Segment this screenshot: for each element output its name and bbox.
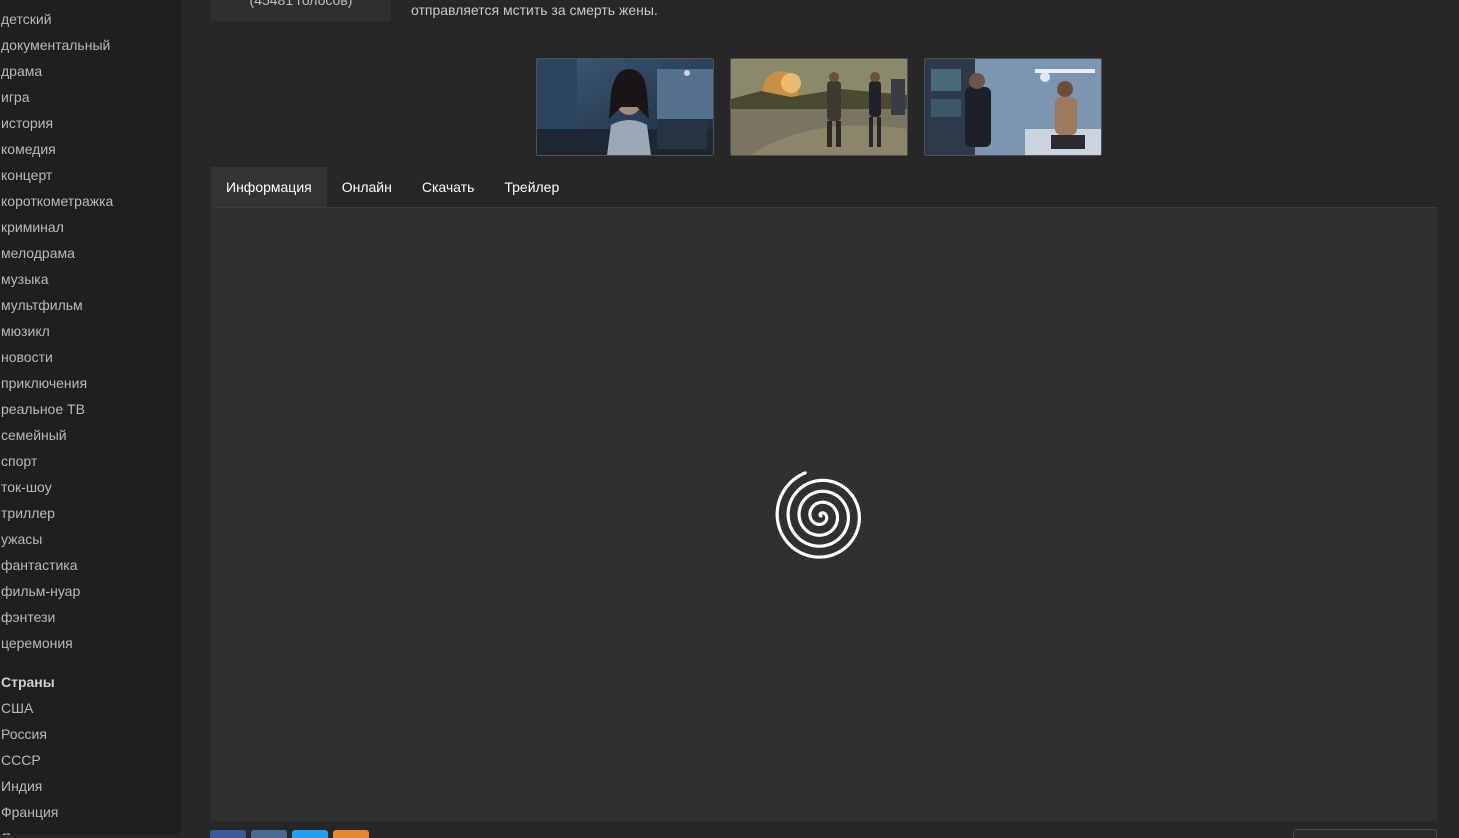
share-ok-button[interactable] [333,830,369,838]
tab-2[interactable]: Онлайн [327,167,407,207]
rating-box: (45481 голосов) [211,0,391,21]
loading-spiral-icon [775,471,861,559]
tab-1[interactable]: Информация [211,167,327,207]
sidebar-country-item[interactable]: Россия [1,721,58,747]
sidebar-genre-item[interactable]: мультфильм [1,292,113,318]
sidebar-genre-item[interactable]: приключения [1,370,113,396]
sidebar-genre-item[interactable]: ужасы [1,526,113,552]
rating-votes: (45481 голосов) [249,0,353,8]
sidebar-country-item[interactable]: США [1,695,58,721]
sidebar-genre-item[interactable]: семейный [1,422,113,448]
sidebar-country-item[interactable]: Индия [1,773,58,799]
country-list: США Россия СССР Индия Франция [1,695,58,825]
sidebar-genre-item[interactable]: история [1,110,113,136]
sidebar-genre-item[interactable]: ток-шоу [1,474,113,500]
sidebar-genre-item[interactable]: церемония [1,630,113,656]
sidebar-genre-item[interactable]: игра [1,84,113,110]
tab-panel-info [211,207,1437,821]
sidebar-genre-item[interactable]: фильм-нуар [1,578,113,604]
sidebar-genre-item[interactable]: детский [1,6,113,32]
sidebar-genre-item[interactable]: мюзикл [1,318,113,344]
screenshot-thumb-1[interactable] [536,58,714,156]
sidebar-genre-item[interactable]: реальное ТВ [1,396,113,422]
screenshot-thumb-2[interactable] [730,58,908,156]
sidebar-genre-item[interactable]: документальный [1,32,113,58]
sidebar-country-item[interactable]: СССР [1,747,58,773]
share-facebook-button[interactable] [210,830,246,838]
sidebar-genre-item[interactable]: короткометражка [1,188,113,214]
screenshot-thumb-3[interactable] [924,58,1102,156]
sidebar-genre-item[interactable]: драма [1,58,113,84]
share-vk-button[interactable] [251,830,287,838]
main-content: (45481 голосов) отправляется мстить за с… [181,0,1459,838]
tab-bar: Информация Онлайн Скачать Трейлер [211,167,574,207]
sidebar: детский документальный драма игра история ком… [0,0,181,835]
sidebar-genre-item[interactable]: комедия [1,136,113,162]
bottom-right-button[interactable] [1293,829,1437,838]
sidebar-item-cut-off[interactable]: Я [1,825,31,835]
sidebar-country-item[interactable]: Франция [1,799,58,825]
sidebar-genre-item[interactable]: триллер [1,500,113,526]
share-twitter-button[interactable] [292,830,328,838]
tab-4[interactable]: Трейлер [489,167,574,207]
sidebar-genre-item[interactable]: криминал [1,214,113,240]
sidebar-genre-item[interactable]: фантастика [1,552,113,578]
sidebar-genre-item[interactable]: концерт [1,162,113,188]
sidebar-genre-item[interactable]: новости [1,344,113,370]
movie-description: отправляется мстить за смерть жены. [411,2,658,18]
tab-3[interactable]: Скачать [407,167,490,207]
sidebar-genre-item[interactable]: спорт [1,448,113,474]
sidebar-genre-item[interactable]: фэнтези [1,604,113,630]
genre-list: детский документальный драма игра история ком… [1,6,113,656]
sidebar-genre-item[interactable]: музыка [1,266,113,292]
sidebar-genre-item[interactable]: мелодрама [1,240,113,266]
countries-heading: Страны [1,674,55,690]
